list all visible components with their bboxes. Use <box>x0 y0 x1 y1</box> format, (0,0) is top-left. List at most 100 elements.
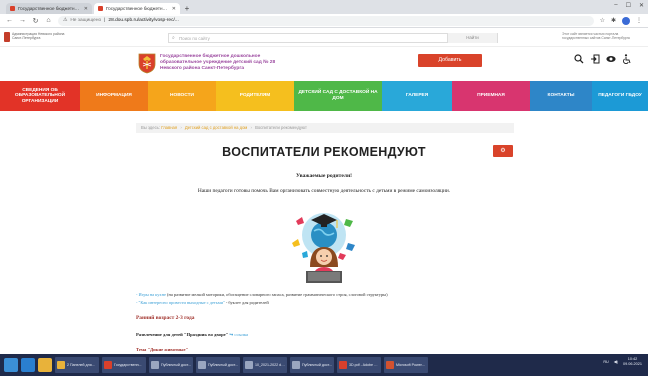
taskbar-app-label: Публичный дост... <box>208 363 238 367</box>
app-icon <box>386 361 394 369</box>
maximize-icon[interactable]: ☐ <box>626 2 631 9</box>
extensions-icon[interactable]: ✱ <box>611 17 616 24</box>
system-tray: RU ◀) 10:42 09.06.2021 <box>603 357 642 366</box>
edge-browser-icon[interactable] <box>21 358 35 372</box>
taskbar-app[interactable]: 3D.pdf - Adobe R... <box>337 357 381 373</box>
page-title: ВОСПИТАТЕЛИ РЕКОМЕНДУЮТ <box>222 145 426 159</box>
menu-dots-icon[interactable]: ⋮ <box>636 17 642 24</box>
insecure-label: Не защищено <box>70 18 102 23</box>
browser-tab-2[interactable]: Государственное бюджетное... ✕ <box>94 3 180 14</box>
breadcrumb: Вы здесь: Главная › Детский сад с достав… <box>136 123 514 133</box>
breadcrumb-separator: › <box>250 125 252 130</box>
browser-tab-1[interactable]: Государственное бюджетное... ✕ <box>6 3 92 14</box>
search-icon: ⌕ <box>172 35 175 41</box>
browser-tab-bar: Государственное бюджетное... ✕ Государст… <box>0 0 648 14</box>
reload-icon[interactable]: ↻ <box>32 17 39 25</box>
menu-item[interactable]: ДЕТСКИЙ САД С ДОСТАВКОЙ НА ДОМ <box>294 81 382 111</box>
clock[interactable]: 10:42 09.06.2021 <box>623 357 642 366</box>
site-top-strip: Администрация Невского района Санкт-Пете… <box>0 29 648 47</box>
search-button[interactable]: Найти <box>447 33 497 43</box>
login-icon[interactable] <box>590 54 600 64</box>
org-name[interactable]: Государственное бюджетное дошкольное обр… <box>160 54 280 71</box>
kitchen-games-link[interactable]: - Игры на кухне <box>136 292 166 297</box>
site-header: Государственное бюджетное дошкольное обр… <box>0 48 648 80</box>
breadcrumb-prefix: Вы здесь: <box>141 125 161 130</box>
taskbar-app[interactable]: 2 Панелей для... <box>55 357 99 373</box>
taskbar-app-label: Государственн... <box>114 363 142 367</box>
weekend-booklet-link[interactable]: - "Как интересно провести выходные с дет… <box>136 300 225 305</box>
menu-item[interactable]: ПРИЕМНАЯ <box>452 81 530 111</box>
app-icon <box>198 361 206 369</box>
menu-item[interactable]: КОНТАКТЫ <box>530 81 592 111</box>
visually-impaired-eye-icon[interactable] <box>606 54 616 64</box>
greeting: Уважаемые родители! <box>295 173 353 179</box>
app-icon <box>339 361 347 369</box>
coat-of-arms-icon[interactable] <box>138 52 156 74</box>
address-bar[interactable]: ⚠ Не защищено | 28.dou.spb.ru/activity/v… <box>58 15 594 26</box>
entertainment-line: Развлечение для детей "Праздник во дворе… <box>136 332 248 338</box>
browser-actions: ☆ ✱ ⋮ <box>600 16 642 25</box>
taskbar-app-label: Публичный дост... <box>302 363 332 367</box>
search-input[interactable]: Поиск по сайту <box>179 36 210 41</box>
taskbar-app[interactable]: Публичный дост... <box>290 357 334 373</box>
app-icon <box>57 361 65 369</box>
taskbar-app[interactable]: Microsoft PowerP... <box>384 357 428 373</box>
accessibility-wheelchair-icon[interactable] <box>622 54 632 64</box>
site-search: ⌕ Поиск по сайту Найти <box>168 33 498 43</box>
intro-text: Наши педагоги готовы помочь Вам организо… <box>197 188 451 194</box>
taskbar-app-label: 10_2021-2022 ds... <box>255 363 285 367</box>
warning-icon[interactable]: ⚠ <box>63 18 67 23</box>
graduate-girl-illustration <box>292 213 355 283</box>
taskbar-app-label: Microsoft PowerP... <box>396 363 426 367</box>
entertainment-link[interactable]: ссылка <box>234 332 248 337</box>
age-group-heading: Ранний возраст 2-3 года <box>136 315 195 321</box>
taskbar-app[interactable]: Публичный дост... <box>149 357 193 373</box>
close-window-icon[interactable]: ✕ <box>639 2 644 9</box>
breadcrumb-item-delivery[interactable]: Детский сад с доставкой на дом <box>185 125 247 130</box>
page-content: Вы здесь: Главная › Детский сад с достав… <box>0 111 648 354</box>
tab-title: Государственное бюджетное... <box>18 6 81 11</box>
portal-note: Этот сайт является частью портала госуда… <box>562 32 630 40</box>
bookmark-star-icon[interactable]: ☆ <box>600 17 605 24</box>
search-icon[interactable] <box>574 54 584 64</box>
add-button[interactable]: Добавить <box>418 54 482 67</box>
breadcrumb-item-current: Воспитатели рекомендуют <box>255 125 307 130</box>
kitchen-games-description: (на развитие мелкой моторики, обогащение… <box>165 292 388 297</box>
entertainment-text: Развлечение для детей "Праздник во дворе… <box>136 332 229 337</box>
new-tab-button[interactable]: + <box>182 4 192 14</box>
weekend-booklet-description: - буклет для родителей <box>224 300 269 305</box>
volume-icon[interactable]: ◀) <box>614 359 618 364</box>
windows-start-icon[interactable] <box>4 358 18 372</box>
menu-item[interactable]: ПЕДАГОГИ ГБДОУ <box>592 81 648 111</box>
menu-item[interactable]: НОВОСТИ <box>148 81 216 111</box>
app-icon <box>151 361 159 369</box>
file-explorer-icon[interactable] <box>38 358 52 372</box>
breadcrumb-separator: › <box>180 125 182 130</box>
taskbar-app[interactable]: Публичный дост... <box>196 357 240 373</box>
url-text[interactable]: 28.dou.spb.ru/activity/vosp-rec/... <box>108 18 178 23</box>
app-icon <box>245 361 253 369</box>
menu-item[interactable]: СВЕДЕНИЯ ОБ ОБРАЗОВАТЕЛЬНОЙ ОРГАНИЗАЦИИ <box>0 81 80 111</box>
home-icon[interactable]: ⌂ <box>45 17 52 24</box>
close-tab-icon[interactable]: ✕ <box>172 6 176 12</box>
district-logo-icon <box>4 32 10 42</box>
taskbar-app-label: 2 Панелей для... <box>67 363 95 367</box>
url-separator: | <box>104 18 106 23</box>
menu-item[interactable]: ИНФОРМАЦИЯ <box>80 81 148 111</box>
back-icon[interactable]: ← <box>6 17 13 24</box>
resource-line-weekend-booklet: - "Как интересно провести выходные с дет… <box>136 300 536 305</box>
taskbar-app-label: Публичный дост... <box>161 363 191 367</box>
menu-item[interactable]: РОДИТЕЛЯМ <box>216 81 294 111</box>
forward-icon[interactable]: → <box>19 17 26 24</box>
close-tab-icon[interactable]: ✕ <box>84 6 88 12</box>
district-name: Администрация Невского района Санкт-Пете… <box>12 32 65 40</box>
profile-avatar[interactable] <box>622 16 630 25</box>
minimize-icon[interactable]: – <box>614 2 617 9</box>
breadcrumb-item-home[interactable]: Главная <box>161 125 177 130</box>
taskbar-app[interactable]: 10_2021-2022 ds... <box>243 357 287 373</box>
language-indicator[interactable]: RU <box>603 360 608 364</box>
topic-heading: Тема "Дикие животные" <box>136 347 189 352</box>
menu-item[interactable]: ГАЛЕРЕЯ <box>382 81 452 111</box>
settings-gear-button[interactable]: ⚙ <box>493 145 513 157</box>
taskbar-app[interactable]: Государственн... <box>102 357 146 373</box>
